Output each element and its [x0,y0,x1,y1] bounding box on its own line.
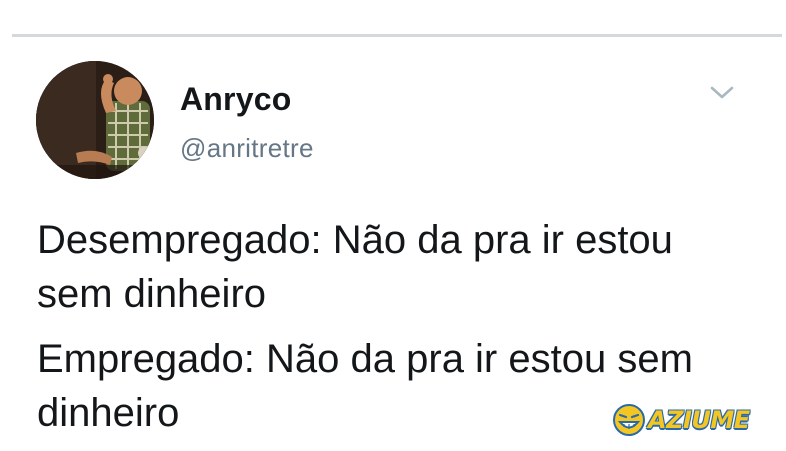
grinning-face-icon [613,404,645,436]
watermark-text: AZIUME [648,406,750,434]
watermark-logo: AZIUME [612,400,750,440]
chevron-down-icon[interactable] [708,83,736,103]
avatar-image [36,61,154,179]
author-handle[interactable]: @anritretre [180,133,314,164]
tweet-card: Anryco @anritretre Desempregado: Não da … [0,37,786,451]
tweet-paragraph-unemployed: Desempregado: Não da pra ir estou sem di… [37,218,673,316]
avatar[interactable] [36,61,154,179]
author-name[interactable]: Anryco [180,81,291,118]
